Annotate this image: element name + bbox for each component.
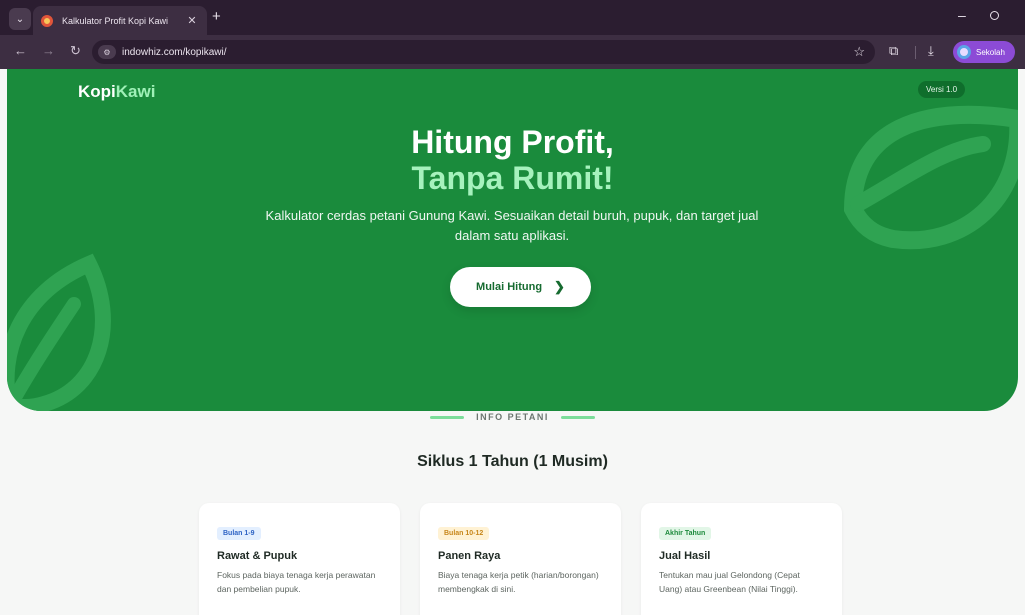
brand-logo[interactable]: KopiKawi [78,82,155,102]
star-icon[interactable]: ☆ [853,44,865,60]
chevron-right-icon: ❯ [554,279,565,294]
card-description: Fokus pada biaya tenaga kerja perawatan … [217,570,376,594]
card-description: Tentukan mau jual Gelondong (Cepat Uang)… [659,570,800,594]
card-title: Jual Hasil [659,550,711,562]
phase-badge: Bulan 10-12 [438,527,490,540]
favicon-icon [41,14,53,27]
phase-badge: Bulan 1-9 [217,527,261,540]
restore-button[interactable] [990,11,999,20]
close-icon[interactable]: ✕ [185,14,199,27]
minimize-button[interactable]: – [958,7,966,23]
tab-search-button[interactable]: ⌄ [9,8,31,30]
chevron-down-icon: ⌄ [15,13,25,25]
profile-button[interactable]: Sekolah [953,41,1015,63]
phase-badge: Akhir Tahun [659,527,712,540]
info-card: Bulan 10-12 Panen Raya Biaya tenaga kerj… [420,503,621,615]
card-description: Biaya tenaga kerja petik (harian/boronga… [438,570,599,594]
url-text[interactable]: indowhiz.com/kopikawi/ [122,47,227,58]
info-card: Akhir Tahun Jual Hasil Tentukan mau jual… [641,503,842,615]
section-title: Siklus 1 Tahun (1 Musim) [417,453,608,470]
toolbar-divider [915,46,916,59]
arrow-right-icon[interactable]: → [42,44,55,58]
version-badge: Versi 1.0 [918,81,966,98]
profile-label: Sekolah [976,47,1005,57]
page-content: KopiKawi Versi 1.0 Hitung Profit, Tanpa … [0,69,1025,615]
hero-title-accent: Tanpa Rumit! [411,160,614,196]
browser-tab-strip: ⌄ Kalkulator Profit Kopi Kawi ✕ + – [0,0,1025,35]
tab-title: Kalkulator Profit Kopi Kawi [62,15,169,26]
eyebrow-text: INFO PETANI [476,412,549,422]
section-eyebrow: INFO PETANI [0,412,1025,422]
logo-text: Kopi [78,82,116,101]
download-icon[interactable]: ⤓ [928,44,934,58]
cta-label: Mulai Hitung [476,281,543,293]
card-title: Rawat & Pupuk [217,550,298,562]
card-title: Panen Raya [438,550,501,562]
avatar [957,45,971,59]
puzzle-icon[interactable]: ⧉ [889,44,898,58]
hero-subtitle: Kalkulator cerdas petani Gunung Kawi. Se… [265,208,759,243]
eyebrow-line [430,415,465,419]
browser-toolbar: ← → ↻ ⚙ indowhiz.com/kopikawi/ ☆ ⧉ ⤓ Sek… [0,35,1025,69]
browser-tab-active[interactable]: Kalkulator Profit Kopi Kawi ✕ [33,6,207,35]
address-bar[interactable]: ⚙ indowhiz.com/kopikawi/ ☆ [92,40,875,64]
new-tab-button[interactable]: + [212,9,221,25]
hero-section: KopiKawi Versi 1.0 Hitung Profit, Tanpa … [7,69,1018,411]
leaf-icon [7,253,111,411]
hero-title: Hitung Profit, [411,124,614,160]
reload-icon[interactable]: ↻ [70,44,81,58]
eyebrow-line [560,415,595,419]
info-card: Bulan 1-9 Rawat & Pupuk Fokus pada biaya… [199,503,400,615]
start-calculate-button[interactable]: Mulai Hitung ❯ [450,267,591,307]
logo-accent-text: Kawi [115,82,156,101]
site-settings-icon[interactable]: ⚙ [98,45,116,59]
arrow-left-icon[interactable]: ← [14,44,27,58]
